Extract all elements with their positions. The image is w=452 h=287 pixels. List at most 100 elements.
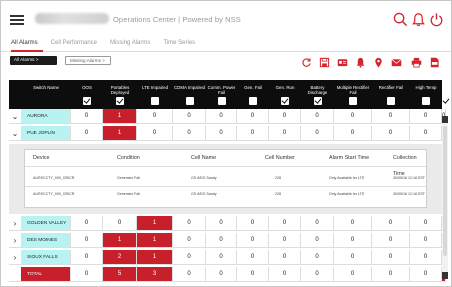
count-cell-oos[interactable]: 0	[71, 216, 103, 231]
detail-cell[interactable]: Generator Fail	[117, 192, 140, 196]
switch-name[interactable]: SIOUX FALLS	[21, 250, 71, 265]
count-cell-gen-run[interactable]: 0	[269, 126, 301, 141]
switch-name[interactable]: AURORA	[21, 109, 71, 124]
count-cell-comm-power-fail[interactable]: 0	[206, 250, 237, 265]
count-cell-battery-discharge[interactable]: 0	[301, 250, 334, 265]
print-icon[interactable]	[411, 55, 422, 68]
count-cell-oos[interactable]: 0	[71, 233, 103, 248]
count-cell-battery-discharge[interactable]: 0	[301, 233, 334, 248]
table-row[interactable]: ›SIOUX FALLS021000000000	[9, 250, 447, 265]
count-cell-portables-deployed[interactable]: 5	[103, 267, 137, 282]
count-cell-high-temp[interactable]: 0	[410, 233, 442, 248]
save-icon[interactable]	[319, 55, 330, 68]
count-cell-lte-impaired[interactable]: 1	[137, 216, 173, 231]
count-cell-lte-impaired[interactable]: 3	[137, 267, 173, 282]
table-row[interactable]: ⌄PUE JOPLIN010000000000	[9, 126, 447, 141]
count-cell-gen-fail[interactable]: 0	[237, 250, 269, 265]
column-filter-checkbox[interactable]	[83, 97, 91, 105]
count-cell-lte-impaired[interactable]: 0	[137, 126, 173, 141]
expand-row-button[interactable]: ›	[9, 250, 21, 265]
expand-row-button[interactable]: ›	[9, 216, 21, 231]
scroll-up-button[interactable]	[442, 116, 448, 123]
map-pin-icon[interactable]	[373, 55, 384, 68]
count-cell-portables-deployed[interactable]: 1	[103, 233, 137, 248]
column-filter-checkbox[interactable]	[281, 97, 289, 105]
column-filter-checkbox[interactable]	[185, 97, 194, 105]
detail-cell[interactable]: Generator Fail	[117, 176, 140, 180]
table-row[interactable]: ›DES MOINES011000000001	[9, 233, 447, 248]
count-cell-gen-fail[interactable]: 0	[237, 216, 269, 231]
column-filter-checkbox[interactable]	[442, 97, 451, 105]
scroll-thumb[interactable]	[443, 126, 447, 256]
pdf-icon[interactable]	[429, 55, 440, 68]
count-cell-rectifier-fail[interactable]: 0	[372, 109, 410, 124]
count-cell-high-temp[interactable]: 0	[410, 216, 442, 231]
count-cell-cdma-impaired[interactable]: 0	[173, 216, 206, 231]
count-cell-high-temp[interactable]: 0	[410, 109, 442, 124]
detail-cell[interactable]: 228	[275, 192, 281, 196]
tab-cell-performance[interactable]: Cell Performance	[51, 40, 97, 51]
mail-icon[interactable]	[391, 55, 402, 67]
missing-alarms-filter-button[interactable]: Missing Alarms >	[65, 56, 111, 65]
count-cell-battery-discharge[interactable]: 0	[301, 267, 334, 282]
count-cell-lte-impaired[interactable]: 1	[137, 233, 173, 248]
refresh-icon[interactable]	[301, 55, 312, 67]
count-cell-comm-power-fail[interactable]: 0	[206, 109, 237, 124]
count-cell-gen-run[interactable]: 0	[269, 250, 301, 265]
column-filter-checkbox[interactable]	[313, 97, 322, 105]
count-cell-portables-deployed[interactable]: 2	[103, 250, 137, 265]
count-cell-cdma-impaired[interactable]: 0	[173, 233, 206, 248]
count-cell-multiple-rectifier-fail[interactable]: 0	[334, 109, 372, 124]
count-cell-rectifier-fail[interactable]: 0	[372, 216, 410, 231]
count-cell-rectifier-fail[interactable]: 0	[372, 267, 410, 282]
count-cell-portables-deployed[interactable]: 1	[103, 126, 137, 141]
count-cell-rectifier-fail[interactable]: 0	[372, 233, 410, 248]
count-cell-multiple-rectifier-fail[interactable]: 0	[334, 250, 372, 265]
column-filter-checkbox[interactable]	[349, 97, 357, 105]
count-cell-multiple-rectifier-fail[interactable]: 0	[334, 233, 372, 248]
count-cell-portables-deployed[interactable]: 1	[103, 109, 137, 124]
count-cell-high-temp[interactable]: 0	[410, 250, 442, 265]
table-row[interactable]: ›GOLDEN VALLEY001000000001	[9, 216, 447, 231]
switch-name[interactable]: GOLDEN VALLEY	[21, 216, 71, 231]
collapse-row-button[interactable]: ⌄	[9, 126, 21, 141]
count-cell-multiple-rectifier-fail[interactable]: 0	[334, 126, 372, 141]
detail-cell[interactable]: Only Available for LTE	[329, 176, 364, 180]
count-cell-gen-fail[interactable]: 0	[237, 267, 269, 282]
count-cell-battery-discharge[interactable]: 0	[301, 126, 334, 141]
count-cell-gen-run[interactable]: 0	[269, 216, 301, 231]
id-card-icon[interactable]	[337, 55, 348, 67]
detail-cell[interactable]: 30/09/18 12:18 EST	[393, 192, 425, 196]
column-filter-checkbox[interactable]	[151, 97, 159, 105]
switch-name[interactable]: PUE JOPLIN	[21, 126, 71, 141]
count-cell-rectifier-fail[interactable]: 0	[372, 250, 410, 265]
count-cell-portables-deployed[interactable]: 0	[103, 216, 137, 231]
count-cell-gen-fail[interactable]: 0	[237, 109, 269, 124]
count-cell-cdma-impaired[interactable]: 0	[173, 267, 206, 282]
vertical-scrollbar[interactable]	[442, 116, 448, 279]
scroll-down-button[interactable]	[442, 272, 448, 279]
bell-icon[interactable]	[411, 12, 426, 27]
count-cell-comm-power-fail[interactable]: 0	[206, 233, 237, 248]
detail-cell[interactable]: 228	[275, 176, 281, 180]
detail-cell[interactable]: AURSCCTY_000_ORICR	[33, 176, 74, 180]
count-cell-high-temp[interactable]: 0	[410, 267, 442, 282]
tab-time-series[interactable]: Time Series	[163, 40, 195, 51]
power-icon[interactable]	[429, 12, 444, 27]
count-cell-multiple-rectifier-fail[interactable]: 0	[334, 267, 372, 282]
count-cell-comm-power-fail[interactable]: 0	[206, 267, 237, 282]
count-cell-gen-run[interactable]: 0	[269, 267, 301, 282]
count-cell-comm-power-fail[interactable]: 0	[206, 126, 237, 141]
column-filter-checkbox[interactable]	[387, 97, 395, 105]
all-alarms-filter-button[interactable]: All Alarms >	[10, 56, 57, 65]
expand-row-button[interactable]: ›	[9, 233, 21, 248]
detail-cell[interactable]: 30/09/18 12:18 EST	[393, 176, 425, 180]
detail-cell[interactable]: AURSCCTY_000_ORICR	[33, 192, 74, 196]
count-cell-cdma-impaired[interactable]: 0	[173, 109, 206, 124]
count-cell-battery-discharge[interactable]: 0	[301, 109, 334, 124]
hamburger-menu-icon[interactable]	[10, 15, 24, 25]
search-icon[interactable]	[393, 12, 408, 27]
count-cell-oos[interactable]: 0	[71, 250, 103, 265]
count-cell-rectifier-fail[interactable]: 0	[372, 126, 410, 141]
count-cell-gen-run[interactable]: 0	[269, 109, 301, 124]
